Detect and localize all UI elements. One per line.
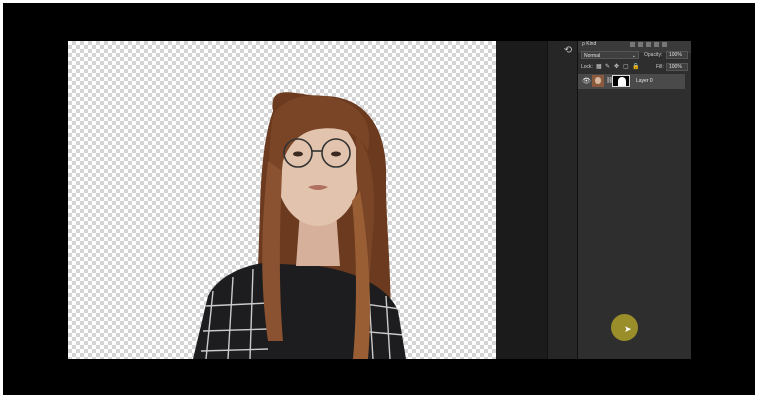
- lock-label: Lock:: [581, 64, 593, 70]
- filter-shape-icon[interactable]: [654, 42, 659, 47]
- layer-thumbnail: [592, 75, 604, 87]
- opacity-value: 100%: [669, 52, 682, 58]
- filter-pixel-icon[interactable]: [630, 42, 635, 47]
- chevron-down-icon: ⌄: [631, 53, 636, 59]
- layer-mask-thumbnail[interactable]: [612, 75, 630, 87]
- pasteboard: [496, 41, 547, 359]
- filter-type-icon[interactable]: [646, 42, 651, 47]
- blend-mode-select[interactable]: Normal ⌄: [581, 51, 639, 59]
- lock-position-icon[interactable]: ✥: [614, 64, 620, 70]
- lock-transparent-pixels-icon[interactable]: ▦: [596, 64, 602, 70]
- filter-kind-dropdown[interactable]: ρ Kind: [582, 41, 596, 47]
- lock-image-pixels-icon[interactable]: ✎: [605, 64, 611, 70]
- document-canvas[interactable]: [68, 41, 496, 359]
- fill-value: 100%: [669, 64, 682, 70]
- layer-name[interactable]: Layer 0: [636, 78, 653, 84]
- portrait-cutout-image: [193, 92, 406, 359]
- fill-label: Fill:: [656, 64, 664, 70]
- filter-adjustment-icon[interactable]: [638, 42, 643, 47]
- panel-dock-strip: [547, 41, 577, 359]
- lock-all-icon[interactable]: 🔒: [632, 64, 639, 70]
- opacity-label: Opacity:: [644, 52, 663, 58]
- blend-mode-value: Normal: [584, 53, 601, 59]
- layer-row[interactable]: 👁 ⛓ Layer 0: [578, 74, 685, 89]
- lock-artboard-icon[interactable]: ▢: [623, 64, 629, 70]
- lock-fill-row: Lock: ▦ ✎ ✥ ▢ 🔒 Fill: 100%: [578, 62, 691, 74]
- pointer-icon: ➤: [624, 324, 632, 334]
- history-icon[interactable]: ⟲: [562, 45, 574, 57]
- filter-smart-object-icon[interactable]: [662, 42, 667, 47]
- layers-panel: ρ Kind Normal ⌄ Opacity: 100% Lock: ▦ ✎ …: [577, 41, 691, 359]
- opacity-input[interactable]: 100%: [666, 51, 688, 59]
- eye-icon[interactable]: 👁: [582, 77, 591, 85]
- fill-input[interactable]: 100%: [666, 63, 688, 71]
- blend-opacity-row: Normal ⌄ Opacity: 100%: [578, 50, 691, 62]
